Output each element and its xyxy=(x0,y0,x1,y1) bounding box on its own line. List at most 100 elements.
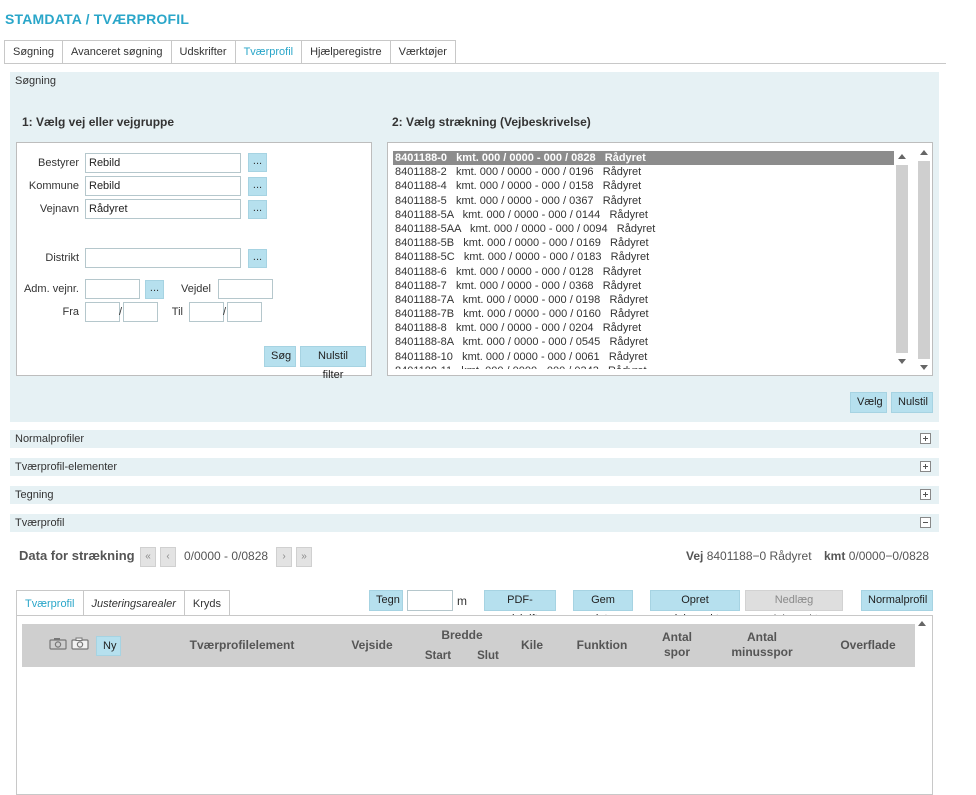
vejdel-field[interactable] xyxy=(218,279,273,299)
collapse-icon[interactable] xyxy=(920,517,931,528)
reset-button[interactable]: Nulstil xyxy=(891,392,933,413)
road-section-item[interactable]: 8401188-10 kmt. 000 / 0000 - 000 / 0061 … xyxy=(393,350,894,364)
kommune-lookup-button[interactable]: ... xyxy=(248,177,267,196)
reset-filter-button[interactable]: Nulstil filter xyxy=(300,346,366,381)
remove-point-button: Nedlæg delepunkt xyxy=(745,590,843,625)
bestyrer-label: Bestyrer xyxy=(38,157,79,169)
col-side[interactable]: Vejside xyxy=(342,638,402,653)
distrikt-lookup-button[interactable]: ... xyxy=(248,249,267,268)
scroll-up-icon[interactable] xyxy=(898,154,906,159)
vej-value: 8401188−0 Rådyret xyxy=(706,549,812,563)
road-section-item[interactable]: 8401188-5C kmt. 000 / 0000 - 000 / 0183 … xyxy=(393,250,894,264)
grid-scrollbar[interactable] xyxy=(916,618,930,790)
section-search-header[interactable]: Søgning xyxy=(10,72,939,90)
vej-label: Vej xyxy=(686,549,704,563)
search-button[interactable]: Søg xyxy=(264,346,296,367)
tab-tools[interactable]: Værktøjer xyxy=(389,40,456,64)
section-tvaerprofil[interactable]: Tværprofil xyxy=(10,514,939,532)
scroll-up-icon[interactable] xyxy=(920,150,928,155)
section-normalprofiler[interactable]: Normalprofiler xyxy=(10,430,939,448)
til-field-2[interactable] xyxy=(227,302,262,322)
distrikt-field[interactable] xyxy=(85,248,241,268)
col-element[interactable]: Tværprofilelement xyxy=(182,638,302,653)
road-section-item[interactable]: 8401188-7B kmt. 000 / 0000 - 000 / 0160 … xyxy=(393,307,894,321)
col-width-start[interactable]: Start xyxy=(420,649,456,664)
col-surface[interactable]: Overflade xyxy=(832,638,904,653)
list-scrollbar-outer[interactable] xyxy=(918,147,930,373)
choose-button[interactable]: Vælg xyxy=(850,392,887,413)
scroll-track[interactable] xyxy=(918,161,930,359)
create-point-button[interactable]: Opret delepunkt xyxy=(650,590,740,625)
road-section-item[interactable]: 8401188-5B kmt. 000 / 0000 - 000 / 0169 … xyxy=(393,236,894,250)
normalprofil-button[interactable]: Normalprofil xyxy=(861,590,933,611)
subtab-tvaerprofil[interactable]: Tværprofil xyxy=(16,590,83,616)
kommune-label: Kommune xyxy=(28,180,79,192)
col-width-end[interactable]: Slut xyxy=(470,649,506,664)
tab-printouts[interactable]: Udskrifter xyxy=(170,40,235,64)
bestyrer-field[interactable]: Rebild xyxy=(85,153,241,173)
expand-icon[interactable] xyxy=(920,489,931,500)
col-width: Bredde xyxy=(441,628,483,642)
scroll-up-icon[interactable] xyxy=(918,621,926,626)
section-elements[interactable]: Tværprofil-elementer xyxy=(10,458,939,476)
col-tracks[interactable]: Antal spor xyxy=(652,630,702,660)
road-section-item[interactable]: 8401188-8 kmt. 000 / 0000 - 000 / 0204 R… xyxy=(393,321,894,335)
pdf-button[interactable]: PDF-udskrift xyxy=(484,590,556,625)
scroll-down-icon[interactable] xyxy=(898,359,906,364)
road-section-item[interactable]: 8401188-7 kmt. 000 / 0000 - 000 / 0368 R… xyxy=(393,279,894,293)
next-button[interactable]: › xyxy=(276,547,292,567)
prev-button[interactable]: ‹ xyxy=(160,547,176,567)
list-scrollbar-inner[interactable] xyxy=(896,151,908,367)
section-drawing[interactable]: Tegning xyxy=(10,486,939,504)
kommune-field[interactable]: Rebild xyxy=(85,176,241,196)
vejnavn-field[interactable]: Rådyret xyxy=(85,199,241,219)
page-title: STAMDATA / TVÆRPROFIL xyxy=(5,11,190,27)
save-button[interactable]: Gem data xyxy=(573,590,633,625)
section-drawing-label: Tegning xyxy=(15,489,54,501)
road-section-item[interactable]: 8401188-8A kmt. 000 / 0000 - 000 / 0545 … xyxy=(393,335,894,349)
tab-divider xyxy=(4,63,946,64)
scroll-track[interactable] xyxy=(896,165,908,353)
col-kile[interactable]: Kile xyxy=(512,638,552,653)
last-button[interactable]: » xyxy=(296,547,312,567)
col-minus-tracks[interactable]: Antal minusspor xyxy=(722,630,802,660)
unit-label: m xyxy=(457,594,467,608)
col-function[interactable]: Funktion xyxy=(567,638,637,653)
tab-advanced-search[interactable]: Avanceret søgning xyxy=(61,40,171,64)
subtab-kryds[interactable]: Kryds xyxy=(183,590,231,616)
road-section-item[interactable]: 8401188-2 kmt. 000 / 0000 - 000 / 0196 R… xyxy=(393,165,894,179)
road-section-item[interactable]: 8401188-5A kmt. 000 / 0000 - 000 / 0144 … xyxy=(393,208,894,222)
road-section-item[interactable]: 8401188-0 kmt. 000 / 0000 - 000 / 0828 R… xyxy=(393,151,894,166)
tab-search[interactable]: Søgning xyxy=(4,40,62,64)
camera-outline-icon[interactable] xyxy=(71,637,89,650)
expand-icon[interactable] xyxy=(920,433,931,444)
tab-tvaerprofil[interactable]: Tværprofil xyxy=(234,40,302,64)
section-tvaerprofil-label: Tværprofil xyxy=(15,517,65,529)
adm-vejnr-lookup-button[interactable]: ... xyxy=(145,280,164,299)
col-tracks-line1: Antal xyxy=(662,630,692,644)
subtab-justeringsarealer[interactable]: Justeringsarealer xyxy=(82,590,184,616)
adm-vejnr-field[interactable] xyxy=(85,279,140,299)
expand-icon[interactable] xyxy=(920,461,931,472)
road-section-item[interactable]: 8401188-7A kmt. 000 / 0000 - 000 / 0198 … xyxy=(393,293,894,307)
scroll-down-icon[interactable] xyxy=(920,365,928,370)
fra-field-2[interactable] xyxy=(123,302,158,322)
scale-input[interactable] xyxy=(407,590,453,611)
camera-icon[interactable] xyxy=(49,637,67,650)
road-section-item[interactable]: 8401188-5 kmt. 000 / 0000 - 000 / 0367 R… xyxy=(393,194,894,208)
fra-separator: / xyxy=(119,306,123,318)
tab-helper-registers[interactable]: Hjælperegistre xyxy=(301,40,390,64)
til-field-1[interactable] xyxy=(189,302,224,322)
first-button[interactable]: « xyxy=(140,547,156,567)
road-section-item[interactable]: 8401188-11 kmt. 000 / 0000 - 000 / 0343 … xyxy=(393,364,894,369)
road-section-item[interactable]: 8401188-4 kmt. 000 / 0000 - 000 / 0158 R… xyxy=(393,179,894,193)
draw-button[interactable]: Tegn xyxy=(369,590,403,611)
col-minus-line2: minusspor xyxy=(731,645,793,659)
fra-field-1[interactable] xyxy=(85,302,120,322)
bestyrer-lookup-button[interactable]: ... xyxy=(248,153,267,172)
vejdel-label: Vejdel xyxy=(181,283,211,295)
road-section-item[interactable]: 8401188-6 kmt. 000 / 0000 - 000 / 0128 R… xyxy=(393,265,894,279)
new-row-button[interactable]: Ny xyxy=(96,636,121,656)
vejnavn-lookup-button[interactable]: ... xyxy=(248,200,267,219)
road-section-item[interactable]: 8401188-5AA kmt. 000 / 0000 - 000 / 0094… xyxy=(393,222,894,236)
